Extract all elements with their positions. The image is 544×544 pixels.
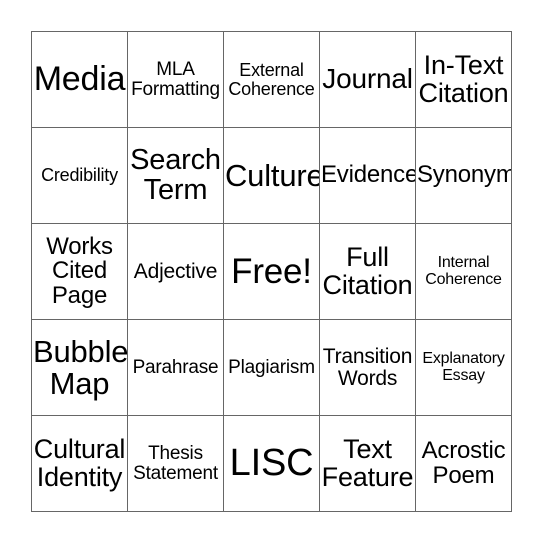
bingo-cell[interactable]: Bubble Map [32,320,128,416]
bingo-cell[interactable]: External Coherence [224,32,320,128]
bingo-card-grid: Media MLA Formatting External Coherence Jou… [31,31,512,512]
bingo-cell-label: Internal Coherence [425,254,502,288]
bingo-cell-label: Journal [322,63,413,95]
bingo-cell-label: Free! [231,251,312,291]
bingo-cell-free-space[interactable]: Free! [224,224,320,320]
bingo-cell[interactable]: In-Text Citation [416,32,512,128]
bingo-cell-label: Evidence [321,161,416,189]
bingo-cell[interactable]: Text Feature [320,416,416,512]
bingo-cell-label: Search Term [130,143,221,206]
bingo-cell-label: Parahrase [132,356,219,378]
bingo-cell-label: Thesis Statement [133,443,218,484]
bingo-cell[interactable]: Acrostic Poem [416,416,512,512]
bingo-cell-label: Transition Words [322,345,413,390]
bingo-cell-label: Text Feature [321,433,414,492]
bingo-cell[interactable]: Cultural Identity [32,416,128,512]
bingo-cell-label: Culture [225,157,320,193]
bingo-cell[interactable]: LISC [224,416,320,512]
bingo-cell[interactable]: Search Term [128,128,224,224]
bingo-cell[interactable]: Transition Words [320,320,416,416]
bingo-cell-label: LISC [229,442,314,485]
bingo-cell[interactable]: Works Cited Page [32,224,128,320]
bingo-cell[interactable]: Thesis Statement [128,416,224,512]
bingo-cell[interactable]: Evidence [320,128,416,224]
bingo-cell[interactable]: Full Citation [320,224,416,320]
bingo-cell[interactable]: MLA Formatting [128,32,224,128]
bingo-cell-label: Bubble Map [33,333,128,401]
bingo-cell-label: External Coherence [228,60,315,99]
bingo-cell-label: Acrostic Poem [421,437,506,489]
bingo-cell-label: Credibility [41,165,118,186]
bingo-cell[interactable]: Culture [224,128,320,224]
bingo-cell[interactable]: Explanatory Essay [416,320,512,416]
bingo-cell-label: Works Cited Page [46,232,113,309]
bingo-cell-label: Explanatory Essay [422,350,505,384]
bingo-cell[interactable]: Internal Coherence [416,224,512,320]
bingo-cell[interactable]: Adjective [128,224,224,320]
bingo-cell-label: Synonym [417,161,512,189]
bingo-cell-label: Cultural Identity [33,433,126,492]
bingo-cell[interactable]: Synonym [416,128,512,224]
bingo-cell-label: Full Citation [322,241,413,300]
bingo-cell[interactable]: Credibility [32,128,128,224]
bingo-cell[interactable]: Parahrase [128,320,224,416]
bingo-cell-label: In-Text Citation [418,49,509,108]
bingo-cell-label: Plagiarism [228,356,315,378]
bingo-cell-label: Media [33,60,126,99]
bingo-cell[interactable]: Journal [320,32,416,128]
bingo-cell-label: Adjective [133,259,218,283]
bingo-cell[interactable]: Plagiarism [224,320,320,416]
bingo-cell-label: MLA Formatting [131,59,220,100]
bingo-cell[interactable]: Media [32,32,128,128]
